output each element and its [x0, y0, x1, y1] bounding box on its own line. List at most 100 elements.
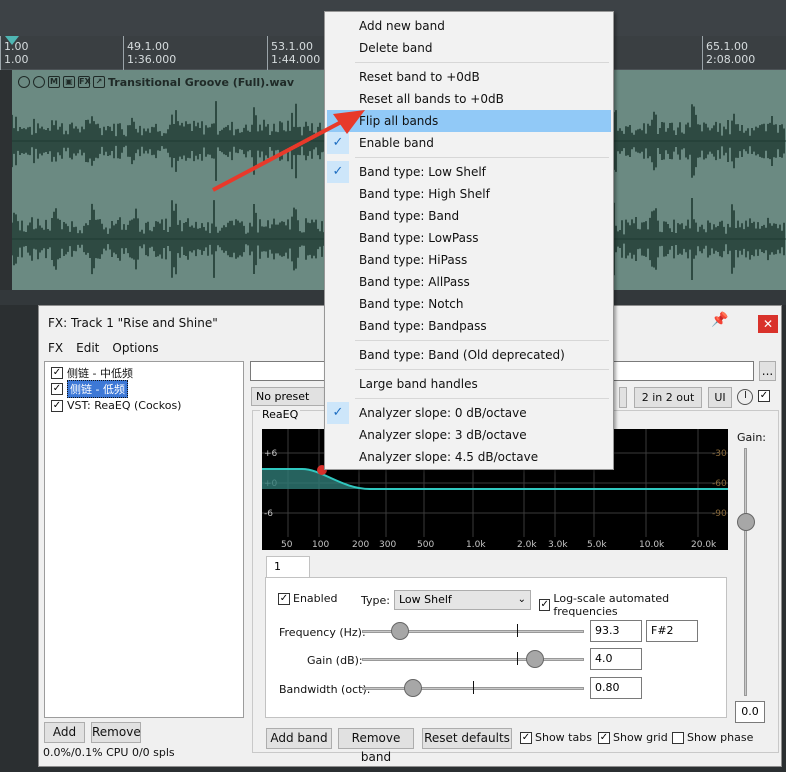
enabled-checkbox[interactable]: ✓	[278, 592, 290, 605]
fx-enable-checkbox[interactable]: ✓	[51, 382, 63, 395]
remove-band-button[interactable]: Remove band	[338, 728, 414, 764]
fx-chain-list[interactable]: ✓ 侧链 - 中低频 ✓ 侧链 - 低频 ✓ VST: ReaEQ (Cocko…	[44, 361, 244, 718]
show-tabs-toggle[interactable]: ✓ Show tabs	[520, 731, 592, 744]
gain-slider-track[interactable]	[744, 448, 747, 696]
fx-chain-item[interactable]: ✓ VST: ReaEQ (Cockos)	[51, 398, 181, 413]
menu-item[interactable]: Band type: AllPass	[327, 271, 611, 293]
gain-db-slider-track[interactable]	[362, 658, 584, 661]
menu-item[interactable]: Large band handles	[327, 373, 611, 395]
bandwidth-field[interactable]: 0.80	[590, 677, 642, 699]
menu-item[interactable]: ✓ Band type: Low Shelf	[327, 161, 611, 183]
menu-item[interactable]: Band type: High Shelf	[327, 183, 611, 205]
pin-icon[interactable]: 📌	[711, 312, 728, 330]
menu-item[interactable]: Band type: Notch	[327, 293, 611, 315]
check-icon	[327, 66, 349, 88]
menu-separator	[355, 398, 609, 399]
show-phase-checkbox[interactable]	[672, 731, 684, 744]
fx-chain-item[interactable]: ✓ 侧链 - 低频	[51, 379, 128, 398]
item-volume-icon[interactable]	[33, 76, 45, 88]
freq-tick-label: 1.0k	[466, 540, 486, 550]
show-grid-checkbox[interactable]: ✓	[598, 731, 610, 744]
tab-band-1[interactable]: 1	[266, 556, 310, 578]
menu-options[interactable]: Options	[112, 341, 158, 355]
menu-item[interactable]: Band type: LowPass	[327, 227, 611, 249]
enabled-toggle[interactable]: ✓ Enabled	[278, 592, 337, 605]
item-lock-icon[interactable]	[18, 76, 30, 88]
logscale-checkbox[interactable]: ✓	[539, 599, 551, 611]
playhead-marker[interactable]	[5, 36, 19, 45]
frequency-slider-thumb[interactable]	[391, 622, 409, 640]
io-button[interactable]: 2 in 2 out	[634, 387, 702, 408]
frequency-field[interactable]: 93.3	[590, 620, 642, 642]
menu-edit[interactable]: Edit	[76, 341, 99, 355]
db-tick-label: -6	[264, 509, 273, 519]
item-link-icon[interactable]: ↗	[93, 76, 105, 88]
ui-toggle-button[interactable]: UI	[708, 387, 732, 408]
fx-chain-item[interactable]: ✓ 侧链 - 中低频	[51, 365, 133, 380]
menu-item-label: Add new band	[359, 19, 445, 33]
check-icon: ✓	[327, 402, 349, 424]
menu-item[interactable]: Reset all bands to +0dB	[327, 88, 611, 110]
menu-item[interactable]: Band type: HiPass	[327, 249, 611, 271]
menu-item[interactable]: ✓ Enable band	[327, 132, 611, 154]
menu-item-label: Band type: Notch	[359, 297, 464, 311]
freq-tick-label: 100	[312, 540, 329, 550]
reset-defaults-button[interactable]: Reset defaults	[422, 728, 512, 749]
show-tabs-checkbox[interactable]: ✓	[520, 731, 532, 744]
browse-button[interactable]: ...	[759, 361, 776, 381]
item-mute-icon[interactable]: M	[48, 76, 60, 88]
menu-item-label: Band type: High Shelf	[359, 187, 490, 201]
add-fx-button[interactable]: Add	[44, 722, 85, 743]
gain-value-field[interactable]: 0.0	[735, 701, 765, 723]
menu-item[interactable]: Delete band	[327, 37, 611, 59]
gain-slider-thumb[interactable]	[737, 513, 755, 531]
param-button[interactable]	[619, 387, 627, 408]
menu-item-label: Reset all bands to +0dB	[359, 92, 504, 106]
bypass-checkbox[interactable]: ✓	[758, 390, 770, 402]
item-header: M ▣ FX ↗ Transitional Groove (Full).wav	[12, 74, 294, 90]
logscale-toggle[interactable]: ✓ Log-scale automated frequencies	[539, 592, 726, 618]
fx-enable-checkbox[interactable]: ✓	[51, 399, 63, 412]
note-field[interactable]: F#2	[646, 620, 698, 642]
freq-tick-label: 300	[379, 540, 396, 550]
db-tick-label: +6	[264, 449, 278, 459]
freq-tick-label: 50	[281, 540, 293, 550]
menu-item-label: Analyzer slope: 4.5 dB/octave	[359, 450, 539, 464]
menu-item[interactable]: Band type: Band	[327, 205, 611, 227]
show-phase-toggle[interactable]: Show phase	[672, 731, 753, 744]
fx-enable-checkbox[interactable]: ✓	[51, 366, 63, 379]
menu-item[interactable]: Band type: Band (Old deprecated)	[327, 344, 611, 366]
menu-item[interactable]: Add new band	[327, 15, 611, 37]
menu-item[interactable]: Reset band to +0dB	[327, 66, 611, 88]
bandwidth-slider-thumb[interactable]	[404, 679, 422, 697]
ruler-mark: 53.1.00 1:44.000	[267, 36, 320, 70]
band-type-select[interactable]: Low Shelf ⌄	[394, 590, 531, 610]
menu-item[interactable]: Flip all bands	[327, 110, 611, 132]
check-icon: ✓	[327, 132, 349, 154]
add-band-button[interactable]: Add band	[266, 728, 332, 749]
item-name: Transitional Groove (Full).wav	[108, 75, 295, 89]
analyzer-db-label: -30	[712, 449, 727, 459]
preset-dropdown[interactable]: No preset	[251, 387, 326, 406]
menu-item[interactable]: Band type: Bandpass	[327, 315, 611, 337]
item-fx-icon[interactable]: FX	[78, 76, 91, 88]
chevron-down-icon: ⌄	[517, 594, 526, 605]
close-button[interactable]: ✕	[758, 315, 778, 333]
menu-item[interactable]: Analyzer slope: 4.5 dB/octave	[327, 446, 611, 468]
gain-db-slider-thumb[interactable]	[526, 650, 544, 668]
menu-separator	[355, 369, 609, 370]
show-grid-toggle[interactable]: ✓ Show grid	[598, 731, 668, 744]
item-props-icon[interactable]: ▣	[63, 76, 75, 88]
wet-knob[interactable]	[737, 389, 753, 405]
menu-item-label: Band type: LowPass	[359, 231, 479, 245]
menu-item[interactable]: ✓ Analyzer slope: 0 dB/octave	[327, 402, 611, 424]
menu-item[interactable]: Analyzer slope: 3 dB/octave	[327, 424, 611, 446]
bandwidth-default-tick	[473, 681, 474, 694]
freq-tick-label: 200	[352, 540, 369, 550]
menu-item-label: Enable band	[359, 136, 434, 150]
menu-fx[interactable]: FX	[48, 341, 63, 355]
band-type-value: Low Shelf	[399, 593, 452, 606]
gain-db-field[interactable]: 4.0	[590, 648, 642, 670]
gain-label: Gain:	[737, 431, 766, 444]
remove-fx-button[interactable]: Remove	[91, 722, 141, 743]
